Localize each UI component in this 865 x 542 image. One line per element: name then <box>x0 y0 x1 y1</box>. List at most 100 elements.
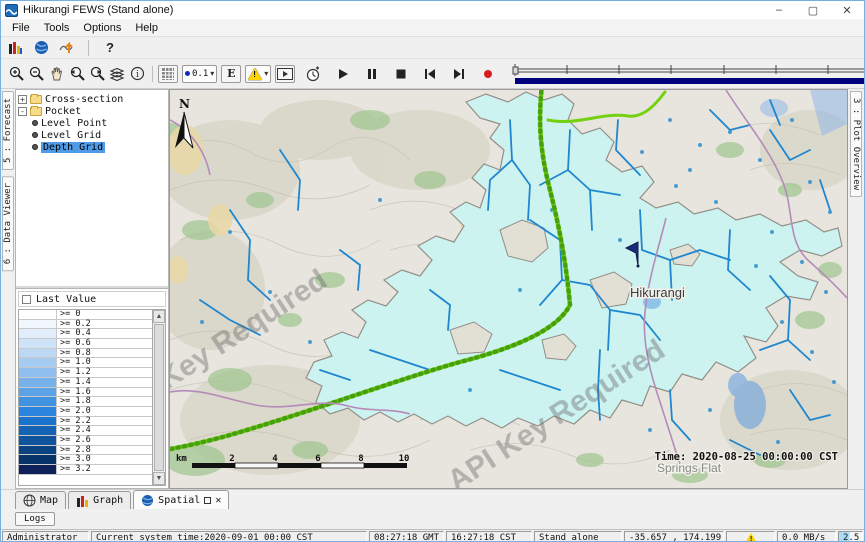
svg-text:N: N <box>179 97 190 111</box>
legend-threshold-label: >= 1.0 <box>57 358 91 367</box>
expand-icon[interactable]: + <box>18 95 27 104</box>
bottom-tab-bar: Map Graph Spatial ✕ <box>1 489 864 509</box>
legend-scrollbar[interactable]: ▲ ▼ <box>152 310 165 485</box>
bar-chart-icon <box>76 495 89 507</box>
menu-item[interactable]: File <box>5 22 37 34</box>
maximize-button[interactable]: ▢ <box>796 1 830 19</box>
warning-dropdown[interactable]: ! ▾ <box>245 65 271 83</box>
tab-graph[interactable]: Graph <box>68 491 131 509</box>
info-icon[interactable]: i <box>127 65 147 83</box>
tab-map[interactable]: Map <box>15 491 66 509</box>
tree-node-pocket[interactable]: - Pocket <box>18 105 166 117</box>
title-bar[interactable]: Hikurangi FEWS (Stand alone) – ▢ ✕ <box>1 1 864 19</box>
threshold-value: 0.1 <box>192 69 208 79</box>
scroll-up-icon[interactable]: ▲ <box>153 310 165 323</box>
tree-node-level-grid[interactable]: Level Grid <box>18 129 166 141</box>
svg-text:6: 6 <box>315 454 320 464</box>
legend-list: >= 0 >= 0.2 >= 0.4 <box>19 310 152 485</box>
collapse-icon[interactable]: - <box>18 107 27 116</box>
svg-text:km: km <box>176 454 187 464</box>
animation-button[interactable] <box>275 65 295 83</box>
menu-item[interactable]: Help <box>128 22 165 34</box>
menu-item[interactable]: Tools <box>37 22 77 34</box>
status-gmt-time: 08:27:18 GMT <box>369 531 444 542</box>
tab-map-label: Map <box>40 495 58 506</box>
tab-data-viewer[interactable]: 6 : Data Viewer <box>2 176 14 271</box>
tab-forecast[interactable]: 5 : Forecast <box>2 91 14 170</box>
menu-bar: FileToolsOptionsHelp <box>1 19 864 37</box>
zoom-next-icon[interactable] <box>87 65 107 83</box>
map-viewport[interactable]: API Key Required API Key Required Hikura… <box>169 89 848 489</box>
layers-icon[interactable] <box>107 65 127 83</box>
tree-node-depth-grid[interactable]: Depth Grid <box>18 141 166 153</box>
zoom-out-icon[interactable] <box>27 65 47 83</box>
record-icon[interactable] <box>478 65 498 83</box>
pan-hand-icon[interactable] <box>47 65 67 83</box>
timeline-graphic <box>512 62 865 86</box>
legend-threshold-label: >= 0 <box>57 310 80 319</box>
tree-node-level-point[interactable]: Level Point <box>18 117 166 129</box>
legend-color-swatch <box>19 455 57 464</box>
menu-item[interactable]: Options <box>76 22 128 34</box>
warning-exclamation: ! <box>253 70 256 79</box>
tab-plot-overview[interactable]: 3 : Plot Overview <box>850 91 862 197</box>
status-memory[interactable]: 2.5 GB <box>838 531 863 542</box>
vertical-scale-button[interactable]: E <box>221 65 241 83</box>
map-canvas: API Key Required API Key Required Hikura… <box>170 90 847 488</box>
status-warning-cell[interactable]: ! <box>726 531 775 542</box>
skip-end-icon[interactable] <box>449 65 469 83</box>
legend-color-swatch <box>19 368 57 377</box>
minimize-button[interactable]: – <box>762 1 796 19</box>
play-icon[interactable] <box>333 65 353 83</box>
logs-button[interactable]: Logs <box>15 512 55 526</box>
toolbar-separator <box>88 40 89 56</box>
skip-start-icon[interactable] <box>420 65 440 83</box>
legend-threshold-label: >= 1.4 <box>57 378 91 387</box>
pause-icon[interactable] <box>362 65 382 83</box>
threshold-dot-icon <box>185 71 190 76</box>
status-system-time: Current system time:2020-09-01 00:00 CST <box>91 531 367 542</box>
legend-color-swatch <box>19 397 57 406</box>
zoom-in-icon[interactable] <box>7 65 27 83</box>
set-time-clock-icon[interactable] <box>303 65 323 83</box>
bullet-icon <box>32 132 38 138</box>
tree-label: Cross-section <box>45 94 123 105</box>
tab-spatial[interactable]: Spatial ✕ <box>133 490 229 509</box>
status-coordinates: -35.657 , 174.199 <box>624 531 724 542</box>
tab-spatial-label: Spatial <box>158 495 200 506</box>
tab-restore-icon[interactable] <box>204 497 211 504</box>
timeseries-dialog-icon[interactable] <box>57 39 77 57</box>
last-value-checkbox[interactable] <box>22 295 31 304</box>
legend-color-swatch <box>19 407 57 416</box>
stop-icon[interactable] <box>391 65 411 83</box>
scale-icon: E <box>227 67 235 80</box>
zoom-previous-icon[interactable] <box>67 65 87 83</box>
status-bar: Administrator Current system time:2020-0… <box>1 529 864 542</box>
svg-text:i: i <box>136 70 139 80</box>
place-label-hikurangi: Hikurangi <box>630 285 685 300</box>
threshold-dropdown[interactable]: 0.1 ▾ <box>182 65 217 83</box>
help-button[interactable]: ? <box>100 39 120 57</box>
tree-node-cross-section[interactable]: + Cross-section <box>18 93 166 105</box>
legend-threshold-label: >= 1.2 <box>57 368 91 377</box>
scroll-down-icon[interactable]: ▼ <box>153 472 165 485</box>
toolbar-separator <box>152 66 153 82</box>
map-globe-icon[interactable] <box>31 39 51 57</box>
legend-row[interactable]: >= 3.2 <box>19 465 152 475</box>
legend-threshold-label: >= 1.6 <box>57 388 91 397</box>
database-viewer-icon[interactable] <box>5 39 25 57</box>
status-download-rate: 0.0 MB/s <box>777 531 836 542</box>
tab-close-icon[interactable]: ✕ <box>215 495 221 506</box>
legend-color-swatch <box>19 329 57 338</box>
scroll-thumb[interactable] <box>154 324 164 471</box>
legend-color-swatch <box>19 417 57 426</box>
tree-label: Pocket <box>45 106 81 117</box>
app-logo-icon <box>5 4 18 17</box>
chevron-down-icon: ▾ <box>210 69 214 78</box>
grid-display-button[interactable] <box>158 65 178 83</box>
svg-text:8: 8 <box>358 454 363 464</box>
logs-row: Logs <box>1 509 864 529</box>
map-toolbar: i 0.1 ▾ E ! ▾ <box>1 59 864 89</box>
timeline-slider[interactable]: 2020-08-25 00:00:00 CST <box>512 62 865 86</box>
close-button[interactable]: ✕ <box>830 1 864 19</box>
